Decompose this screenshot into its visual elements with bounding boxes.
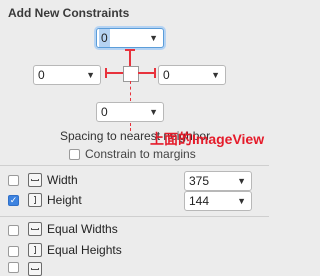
annotation-label: 上面的ImageView <box>150 131 265 147</box>
chevron-down-icon[interactable]: ▼ <box>237 172 246 190</box>
view-center-box <box>123 66 139 82</box>
top-spacing-value: 0 <box>99 29 110 47</box>
right-spacing-field[interactable]: 0 ▼ <box>158 65 226 85</box>
height-field[interactable]: 144 ▼ <box>184 191 252 211</box>
width-checkbox[interactable] <box>8 175 19 186</box>
width-label: Width <box>47 173 78 187</box>
height-icon <box>28 193 42 207</box>
width-value: 375 <box>189 174 210 188</box>
chevron-down-icon[interactable]: ▼ <box>211 66 220 84</box>
left-spacing-field[interactable]: 0 ▼ <box>33 65 101 85</box>
right-strut-cap <box>154 68 156 78</box>
height-value: 144 <box>189 194 210 208</box>
constrain-margins-checkbox[interactable] <box>69 149 80 160</box>
next-row-checkbox[interactable] <box>8 262 19 273</box>
chevron-down-icon[interactable]: ▼ <box>86 66 95 84</box>
divider <box>0 165 269 166</box>
checkmark-icon: ✓ <box>9 195 18 205</box>
top-strut-line[interactable] <box>129 50 131 66</box>
bottom-spacing-field[interactable]: 0 ▼ <box>96 102 164 122</box>
top-spacing-field[interactable]: 0 ▼ <box>96 28 164 48</box>
equal-widths-icon <box>28 222 42 236</box>
height-checkbox[interactable]: ✓ <box>8 195 19 206</box>
chevron-down-icon[interactable]: ▼ <box>237 192 246 210</box>
right-spacing-value: 0 <box>163 68 170 82</box>
next-row-icon <box>28 262 42 276</box>
panel-title: Add New Constraints <box>8 6 130 20</box>
right-strut-line[interactable] <box>138 72 155 74</box>
equal-widths-label: Equal Widths <box>47 222 118 236</box>
divider <box>0 216 269 217</box>
equal-heights-icon <box>28 243 42 257</box>
bottom-spacing-value: 0 <box>101 105 108 119</box>
height-label: Height <box>47 193 82 207</box>
width-field[interactable]: 375 ▼ <box>184 171 252 191</box>
equal-heights-checkbox[interactable] <box>8 246 19 257</box>
equal-heights-label: Equal Heights <box>47 243 122 257</box>
equal-widths-checkbox[interactable] <box>8 225 19 236</box>
bottom-strut-line[interactable] <box>130 81 131 101</box>
chevron-down-icon[interactable]: ▼ <box>149 29 158 47</box>
chevron-down-icon[interactable]: ▼ <box>149 103 158 121</box>
width-icon <box>28 173 42 187</box>
left-spacing-value: 0 <box>38 68 45 82</box>
constrain-margins-label: Constrain to margins <box>85 147 196 161</box>
left-strut-line[interactable] <box>106 72 123 74</box>
